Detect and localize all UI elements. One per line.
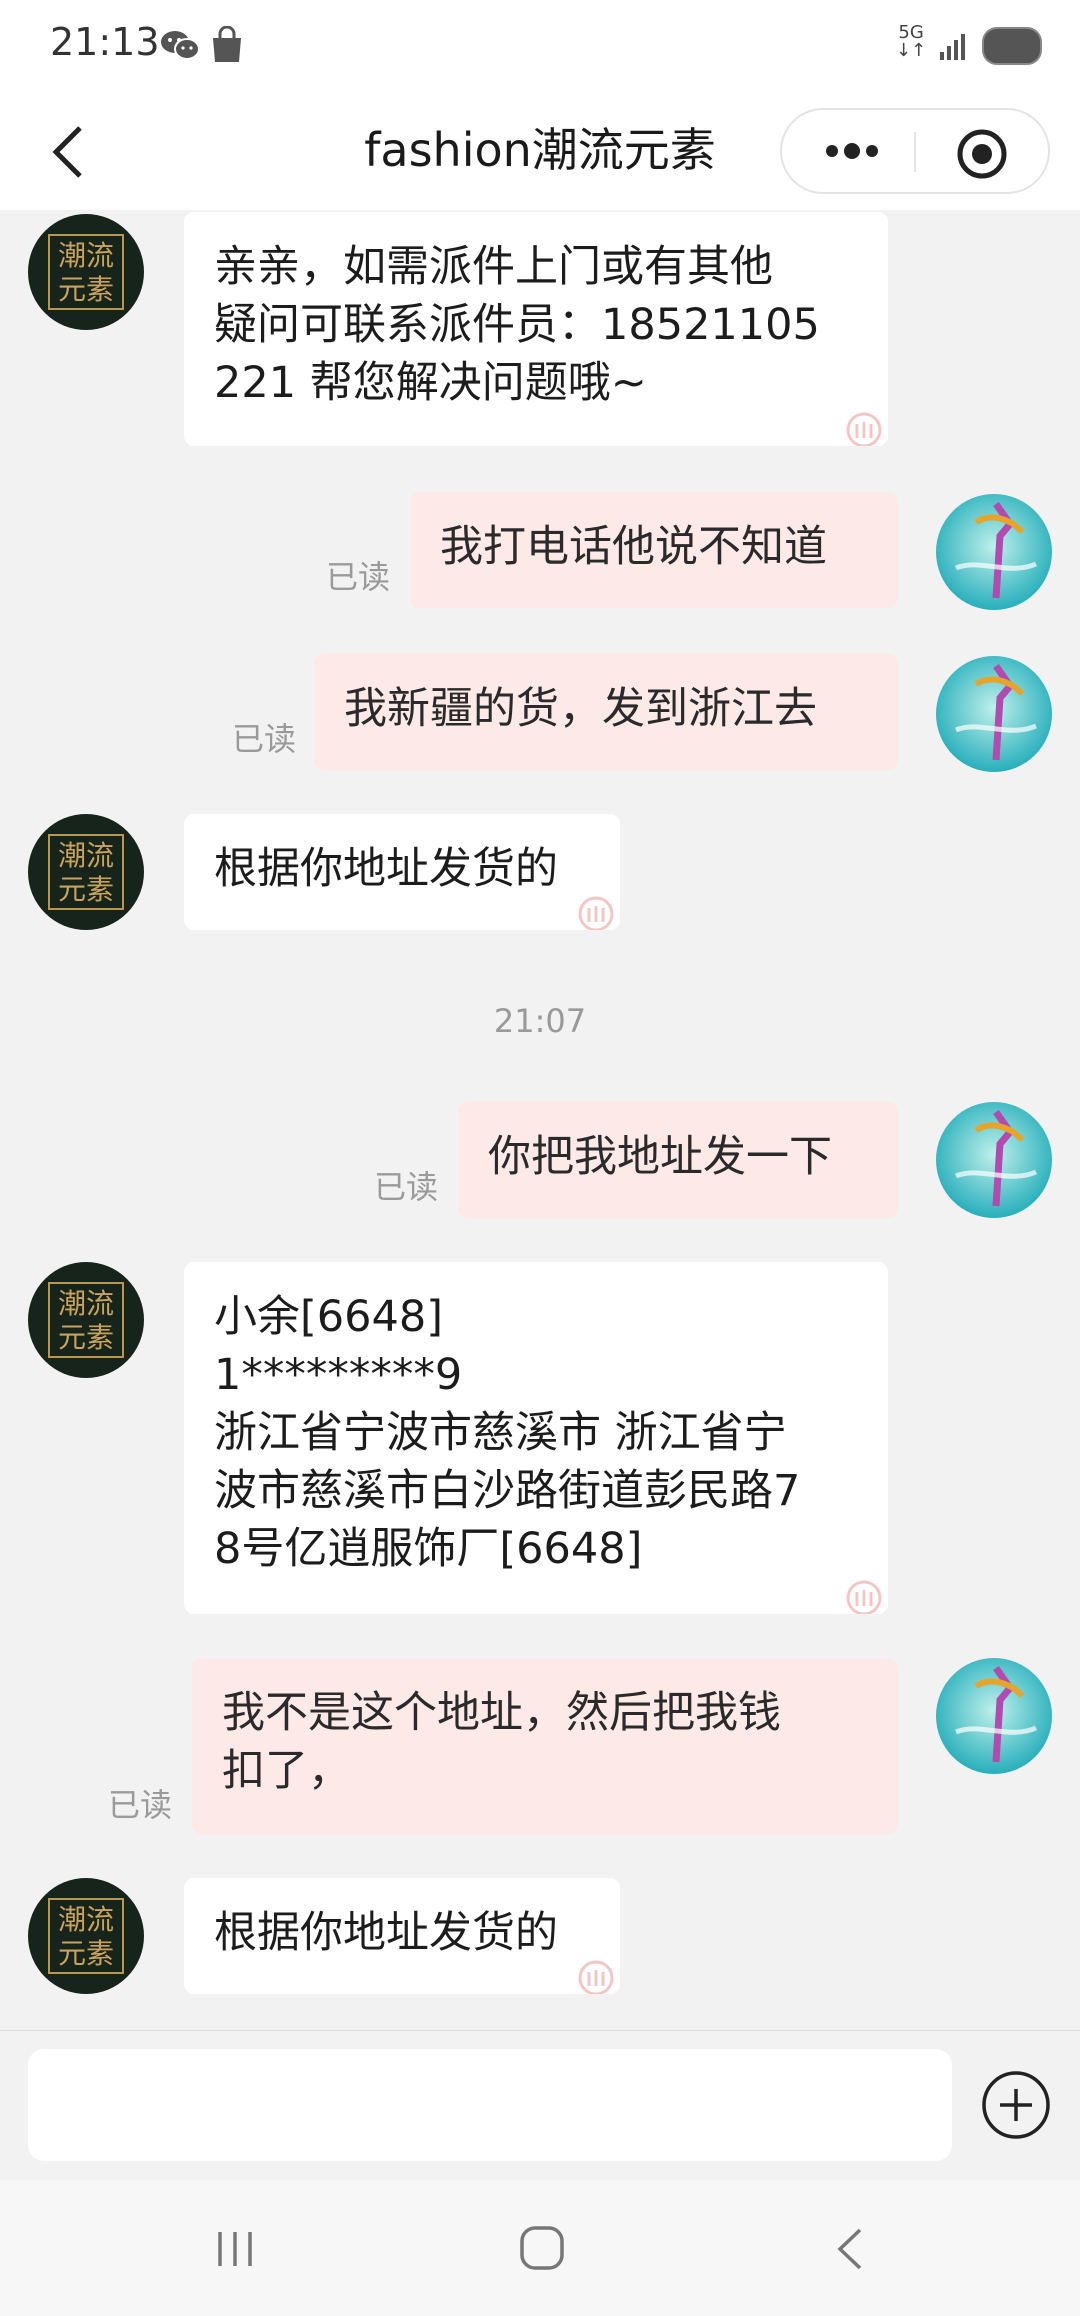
user-avatar[interactable] <box>936 494 1052 610</box>
user-avatar[interactable] <box>936 656 1052 772</box>
more-dots-icon <box>826 143 878 159</box>
message-text: 我打电话他说不知道 <box>440 522 827 572</box>
watermark-icon <box>578 1960 614 1994</box>
shop-avatar[interactable]: 潮流 元素 <box>28 1878 144 1994</box>
status-time: 21:13 <box>50 20 160 64</box>
message-text: 小余[6648] 1*********9 浙江省宁波市慈溪市 浙江省宁 波市慈溪… <box>214 1292 801 1574</box>
close-button[interactable] <box>954 126 1010 182</box>
record-close-icon <box>957 129 1007 179</box>
message-text: 根据你地址发货的 <box>214 1908 558 1958</box>
system-nav-bar <box>0 2180 1080 2316</box>
watermark-icon <box>846 1580 882 1614</box>
watermark-icon <box>578 896 614 930</box>
miniprogram-capsule <box>780 108 1050 194</box>
read-status: 已读 <box>232 720 297 758</box>
message-input[interactable] <box>28 2049 952 2161</box>
more-button[interactable] <box>812 126 892 176</box>
message-bubble-self[interactable]: 我新疆的货，发到浙江去 <box>314 654 898 770</box>
home-icon <box>520 2226 564 2270</box>
message-bubble[interactable]: 根据你地址发货的 <box>184 814 620 930</box>
read-status: 已读 <box>374 1168 439 1206</box>
plus-circle-icon <box>982 2071 1050 2139</box>
shopping-bag-icon <box>210 25 244 68</box>
avatar-text-line: 元素 <box>57 1937 114 1970</box>
avatar-text-line: 元素 <box>57 873 114 906</box>
shop-avatar[interactable]: 潮流 元素 <box>28 1262 144 1378</box>
shop-avatar[interactable]: 潮流 元素 <box>28 814 144 930</box>
battery-icon <box>982 26 1044 70</box>
avatar-text-line: 元素 <box>57 1321 114 1354</box>
chat-area[interactable]: 潮流 元素 亲亲，如需派件上门或有其他 疑问可联系派件员：18521105 221… <box>0 210 1080 2030</box>
avatar-text-line: 潮流 <box>57 1903 114 1936</box>
watermark-icon <box>846 412 882 446</box>
user-avatar[interactable] <box>936 1102 1052 1218</box>
signal-icon <box>938 30 970 66</box>
read-status: 已读 <box>326 558 391 596</box>
status-bar: 21:13 5G ↓↑ <box>0 0 1080 96</box>
capsule-divider <box>914 132 916 172</box>
message-bubble-self[interactable]: 我不是这个地址，然后把我钱 扣了， <box>192 1658 898 1834</box>
message-bubble[interactable]: 小余[6648] 1*********9 浙江省宁波市慈溪市 浙江省宁 波市慈溪… <box>184 1262 888 1614</box>
recent-apps-icon <box>218 2232 252 2266</box>
message-bubble-self[interactable]: 你把我地址发一下 <box>458 1102 898 1218</box>
message-bubble[interactable]: 亲亲，如需派件上门或有其他 疑问可联系派件员：18521105 221 帮您解决… <box>184 212 888 446</box>
message-text: 我不是这个地址，然后把我钱 扣了， <box>222 1688 781 1796</box>
message-text: 你把我地址发一下 <box>488 1132 832 1182</box>
avatar-text-line: 潮流 <box>57 239 114 272</box>
recent-apps-button[interactable] <box>210 2224 260 2278</box>
avatar-text-line: 潮流 <box>57 1287 114 1320</box>
avatar-text-line: 元素 <box>57 273 114 306</box>
shop-avatar[interactable]: 潮流 元素 <box>28 214 144 330</box>
input-bar <box>0 2030 1080 2181</box>
read-status: 已读 <box>108 1786 173 1824</box>
add-button[interactable] <box>980 2069 1052 2141</box>
message-text: 根据你地址发货的 <box>214 844 558 894</box>
network-5g-label: 5G ↓↑ <box>896 22 927 61</box>
message-bubble[interactable]: 根据你地址发货的 <box>184 1878 620 1994</box>
home-button[interactable] <box>516 2222 568 2278</box>
time-separator: 21:07 <box>493 1002 587 1040</box>
message-text: 亲亲，如需派件上门或有其他 疑问可联系派件员：18521105 221 帮您解决… <box>214 242 820 408</box>
nav-bar: fashion潮流元素 <box>0 96 1080 210</box>
system-back-button[interactable] <box>826 2224 876 2278</box>
user-avatar[interactable] <box>936 1658 1052 1774</box>
avatar-text-line: 潮流 <box>57 839 114 872</box>
wechat-icon <box>160 28 200 66</box>
message-bubble-self[interactable]: 我打电话他说不知道 <box>410 492 898 608</box>
message-text: 我新疆的货，发到浙江去 <box>344 684 817 734</box>
back-icon <box>837 2228 862 2270</box>
